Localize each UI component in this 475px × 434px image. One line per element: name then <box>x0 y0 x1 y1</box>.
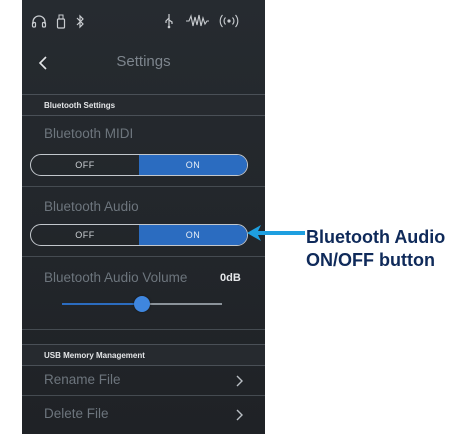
callout-arrow-icon <box>247 225 305 241</box>
bluetooth-audio-volume-value: 0dB <box>220 272 241 284</box>
divider <box>22 395 265 396</box>
section-header-usb-memory: USB Memory Management <box>22 344 265 366</box>
wireless-icon <box>218 12 240 30</box>
callout-line-2: ON/OFF button <box>306 250 435 270</box>
slider-knob[interactable] <box>134 296 150 312</box>
status-bar <box>22 0 265 42</box>
usb-stick-icon <box>54 12 68 30</box>
bluetooth-icon <box>74 12 86 30</box>
section-header-bluetooth: Bluetooth Settings <box>22 94 265 116</box>
piano-app-screen: Settings Bluetooth Settings Bluetooth MI… <box>22 0 265 434</box>
bluetooth-audio-toggle[interactable]: OFF ON <box>30 224 248 246</box>
delete-file-label: Delete File <box>44 406 109 421</box>
chevron-right-icon <box>236 375 243 387</box>
title-bar: Settings <box>22 44 265 82</box>
slider-fill <box>62 303 142 305</box>
callout-label: Bluetooth Audio ON/OFF button <box>306 226 474 272</box>
list-item-delete-file[interactable]: Delete File <box>22 402 265 428</box>
divider <box>22 186 265 187</box>
rename-file-label: Rename File <box>44 372 121 387</box>
chevron-right-icon <box>236 409 243 421</box>
bluetooth-audio-off-option[interactable]: OFF <box>31 225 139 245</box>
usb-connection-icon <box>162 12 176 30</box>
bluetooth-audio-volume-label: Bluetooth Audio Volume <box>44 270 188 285</box>
bluetooth-midi-toggle[interactable]: OFF ON <box>30 154 248 176</box>
divider <box>22 256 265 257</box>
callout-line-1: Bluetooth Audio <box>306 227 446 247</box>
bluetooth-audio-label: Bluetooth Audio <box>44 199 139 214</box>
bluetooth-midi-on-option[interactable]: ON <box>139 155 247 175</box>
page-title: Settings <box>116 53 171 70</box>
divider <box>22 329 265 330</box>
headphones-icon <box>30 12 48 30</box>
bluetooth-midi-off-option[interactable]: OFF <box>31 155 139 175</box>
list-item-rename-file[interactable]: Rename File <box>22 368 265 394</box>
audio-wave-icon <box>184 12 210 30</box>
bluetooth-midi-label: Bluetooth MIDI <box>44 126 134 141</box>
bluetooth-audio-on-option[interactable]: ON <box>139 225 247 245</box>
